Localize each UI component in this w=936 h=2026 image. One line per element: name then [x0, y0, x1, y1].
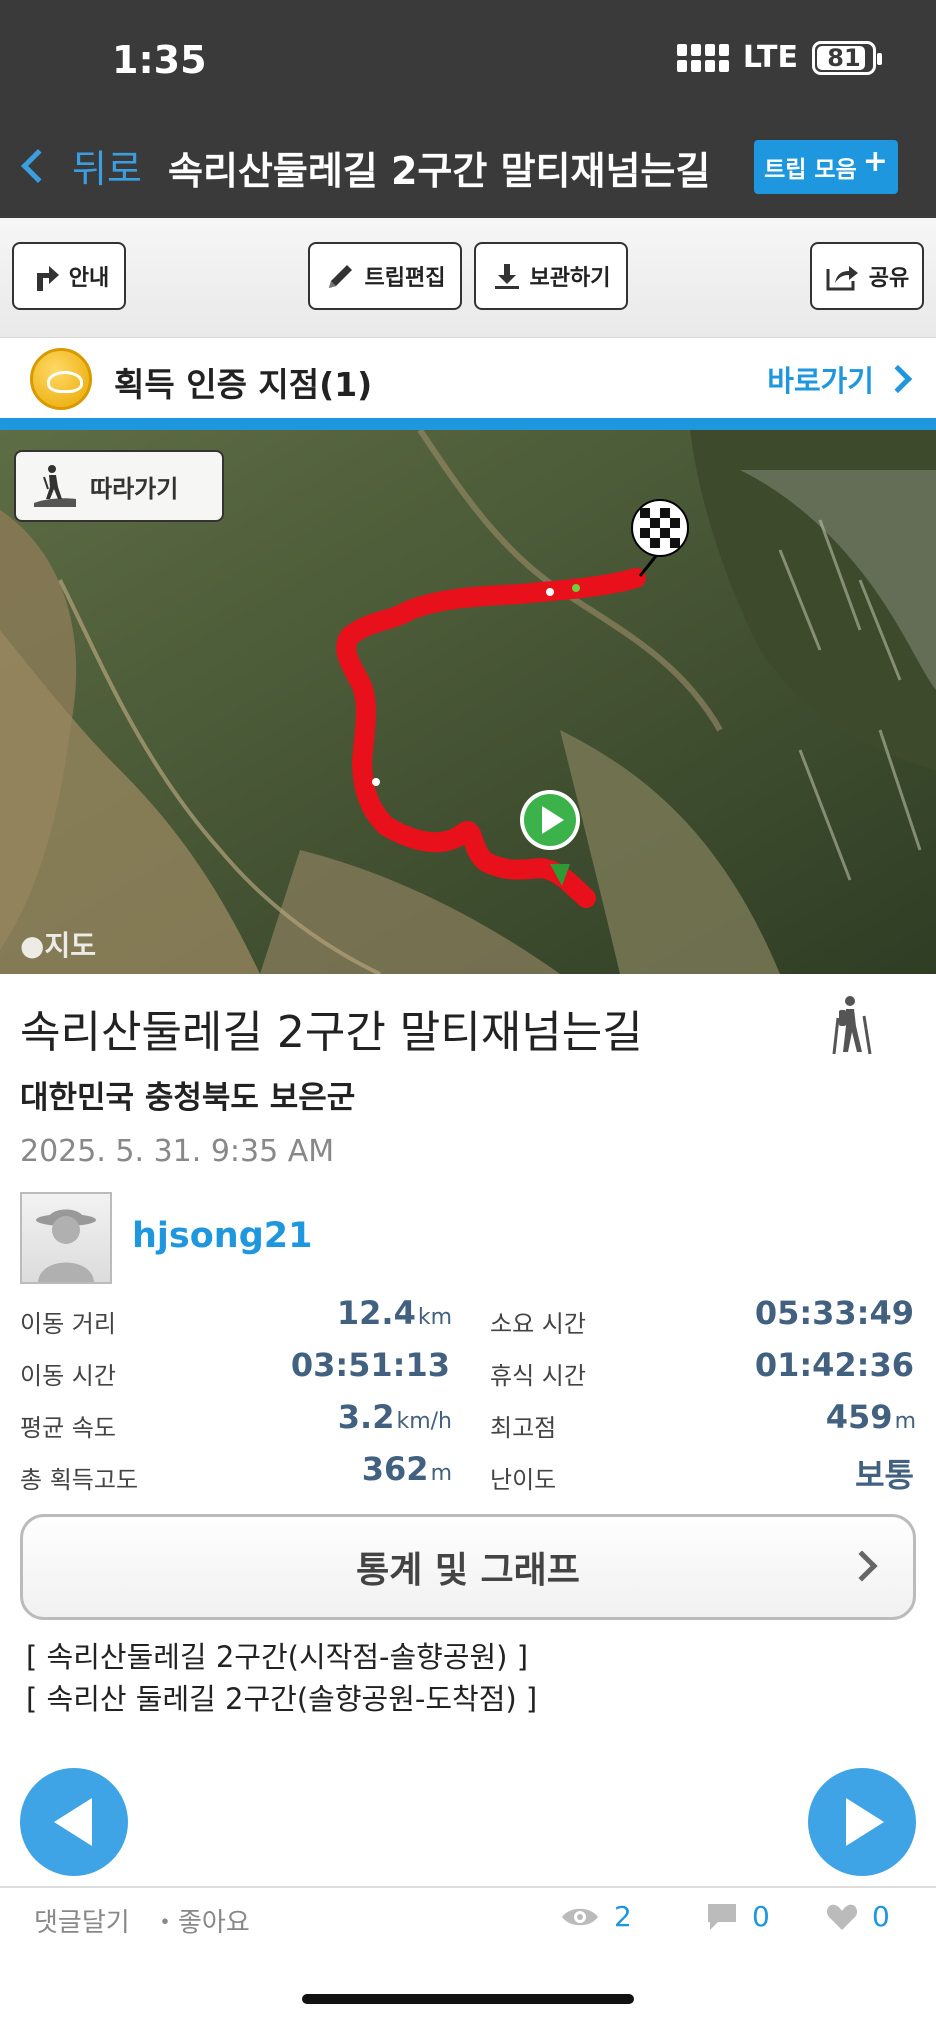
guide-button[interactable]: 안내 [12, 242, 126, 310]
arrow-left-icon [54, 1798, 92, 1846]
page-title: 속리산둘레길 2구간 말티재넘는길 [168, 149, 711, 193]
previous-button[interactable] [20, 1768, 128, 1876]
comment-icon [708, 1903, 736, 1930]
trip-title: 속리산둘레길 2구간 말티재넘는길 [20, 1007, 643, 1058]
share-button[interactable]: 공유 [810, 242, 924, 310]
stat-value: 3.2km/h [337, 1398, 452, 1436]
map-view[interactable]: 따라가기 ●지도 [0, 430, 936, 974]
arrow-right-icon [846, 1798, 884, 1846]
chevron-right-icon [883, 364, 913, 394]
views-count: 2 [560, 1900, 632, 1933]
comment-button[interactable]: 댓글달기 [34, 1902, 130, 1939]
stat-value: 362m [361, 1450, 452, 1488]
next-button[interactable] [808, 1768, 916, 1876]
battery-level: 81 [827, 43, 861, 72]
go-to-label: 바로가기 [767, 364, 874, 398]
plus-icon: + [862, 143, 888, 179]
trip-date: 2025. 5. 31. 9:35 AM [20, 1134, 335, 1169]
stat-label: 소요 시간 [490, 1310, 586, 1338]
edit-trip-button[interactable]: 트립편집 [308, 242, 462, 310]
stat-row: 총 획득고도 362m 난이도 보통 [20, 1446, 916, 1498]
stat-label: 난이도 [490, 1466, 557, 1494]
home-indicator[interactable] [302, 1994, 634, 2004]
comments-count: 0 [706, 1900, 770, 1933]
certification-label: 획득 인증 지점(1) [114, 365, 373, 404]
guide-label: 안내 [68, 266, 110, 291]
save-label: 보관하기 [529, 266, 611, 291]
stat-label: 최고점 [490, 1414, 557, 1442]
trip-collect-button[interactable]: 트립 모음 + [754, 140, 898, 194]
status-indicators: LTE 81 [676, 40, 882, 75]
apple-logo-icon: ● [20, 929, 45, 962]
stat-row: 이동 거리 12.4km 소요 시간 05:33:49 [20, 1290, 916, 1342]
signal-icon [676, 43, 729, 72]
user-silhouette-icon [36, 1209, 96, 1282]
battery-icon: 81 [812, 40, 882, 75]
sub-link[interactable]: [ 속리산둘레길 2구간(시작점-솔향공원) ] [26, 1636, 537, 1678]
stat-value: 보통 [855, 1456, 914, 1494]
map-credit-label: 지도 [44, 929, 96, 962]
go-to-button[interactable]: 바로가기 [767, 358, 913, 400]
stat-value: 01:42:36 [754, 1346, 914, 1384]
avatar[interactable] [20, 1192, 112, 1284]
stats-graph-button[interactable]: 통계 및 그래프 [20, 1514, 916, 1620]
download-icon [494, 264, 519, 289]
share-label: 공유 [868, 266, 910, 291]
likes-count: 0 [826, 1900, 890, 1933]
top-bar: 1:35 LTE 81 뒤로 속리산둘레길 2구간 말티재넘는길 트립 모음 + [0, 0, 936, 218]
stat-label: 이동 시간 [20, 1362, 116, 1390]
heart-icon [826, 1904, 858, 1930]
trip-collect-label: 트립 모음 [764, 157, 857, 183]
hiker-icon [832, 996, 872, 1055]
edit-trip-label: 트립편집 [364, 266, 446, 291]
sub-links: [ 속리산둘레길 2구간(시작점-솔향공원) ] [ 속리산 둘레길 2구간(솔… [26, 1636, 537, 1720]
back-label: 뒤로 [72, 147, 142, 191]
divider [0, 418, 936, 430]
stat-label: 총 획득고도 [20, 1466, 139, 1494]
divider [0, 1886, 936, 1888]
stats-graph-label: 통계 및 그래프 [356, 1550, 580, 1591]
follow-label: 따라가기 [90, 474, 179, 503]
back-chevron-icon [21, 148, 55, 183]
footer-bar: 댓글달기 ・좋아요 2 0 0 [0, 1896, 936, 1952]
eye-icon [562, 1908, 598, 1925]
stats-table: 이동 거리 12.4km 소요 시간 05:33:49 이동 시간 03:51:… [20, 1290, 916, 1498]
trip-region: 대한민국 충청북도 보은군 [20, 1080, 356, 1116]
stat-row: 이동 시간 03:51:13 휴식 시간 01:42:36 [20, 1342, 916, 1394]
back-button[interactable]: 뒤로 [20, 138, 142, 193]
like-button[interactable]: ・좋아요 [152, 1902, 250, 1939]
stat-label: 이동 거리 [20, 1310, 116, 1338]
chevron-right-icon [846, 1550, 878, 1582]
map-credit: ●지도 [20, 924, 96, 964]
toolbar: 안내 트립편집 보관하기 공유 [0, 218, 936, 338]
username[interactable]: hjsong21 [132, 1216, 312, 1256]
stat-value: 459m [825, 1398, 916, 1436]
stat-value: 05:33:49 [754, 1294, 914, 1332]
likes-value: 0 [872, 1900, 890, 1933]
turn-arrow-icon [36, 266, 59, 291]
sub-link[interactable]: [ 속리산 둘레길 2구간(솔향공원-도착점) ] [26, 1678, 537, 1720]
hiker-follow-icon [34, 465, 76, 507]
medal-icon [30, 348, 92, 410]
pencil-icon [328, 265, 352, 288]
stat-row: 평균 속도 3.2km/h 최고점 459m [20, 1394, 916, 1446]
status-time: 1:35 [112, 38, 207, 82]
stat-label: 평균 속도 [20, 1414, 116, 1442]
stat-value: 03:51:13 [290, 1346, 450, 1384]
save-button[interactable]: 보관하기 [474, 242, 628, 310]
share-icon [826, 266, 858, 291]
views-value: 2 [614, 1900, 632, 1933]
stat-value: 12.4km [336, 1294, 452, 1332]
follow-button[interactable]: 따라가기 [14, 450, 224, 522]
network-label: LTE [742, 40, 798, 75]
stat-label: 휴식 시간 [490, 1362, 586, 1390]
certification-row: 획득 인증 지점(1) 바로가기 [0, 338, 936, 418]
comments-value: 0 [752, 1900, 770, 1933]
